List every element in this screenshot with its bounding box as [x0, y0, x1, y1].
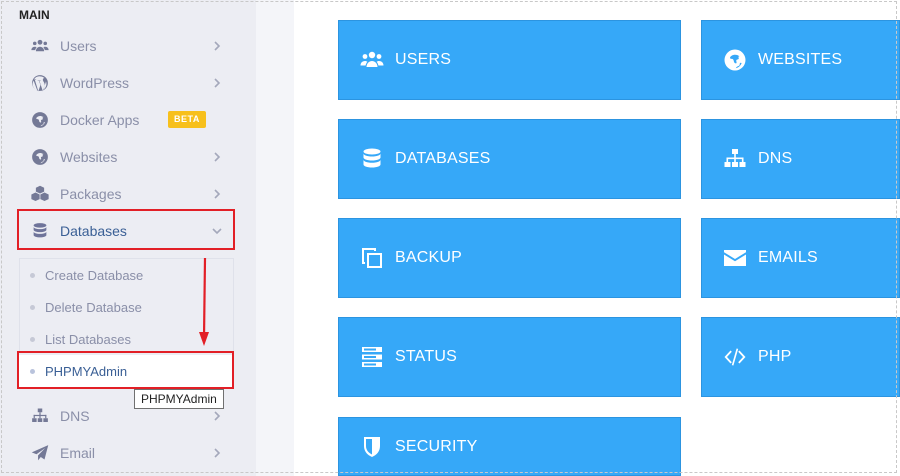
chevron-right-icon — [212, 40, 222, 51]
database-icon — [29, 220, 51, 242]
annotation-arrow — [199, 257, 209, 346]
chevron-right-icon — [212, 447, 222, 458]
sidebar-item-label: DNS — [60, 407, 90, 424]
globe-icon — [29, 109, 51, 131]
sidebar-item-label: Users — [60, 37, 97, 54]
submenu-item-label: PHPMYAdmin — [45, 363, 128, 379]
sidebar-item-websites[interactable]: Websites — [18, 138, 234, 175]
database-icon — [359, 146, 385, 172]
tile-users[interactable]: USERS — [338, 20, 681, 100]
sidebar-item-packages[interactable]: Packages — [18, 175, 234, 212]
sitemap-icon — [29, 405, 51, 427]
tile-label: SECURITY — [395, 437, 478, 455]
sidebar-item-label: Websites — [60, 148, 118, 165]
sidebar-item-label: Packages — [60, 185, 122, 202]
tile-label: BACKUP — [395, 249, 462, 266]
tile-label: DATABASES — [395, 150, 491, 167]
users-icon — [359, 47, 385, 73]
packages-icon — [29, 183, 51, 205]
chevron-right-icon — [212, 188, 222, 199]
chevron-right-icon — [212, 410, 222, 421]
beta-badge: BETA — [168, 111, 206, 128]
users-icon — [29, 35, 51, 57]
bullet-dot — [30, 272, 35, 278]
tile-databases[interactable]: DATABASES — [338, 119, 681, 199]
tile-label: DNS — [758, 150, 793, 167]
section-title-main: MAIN — [19, 8, 50, 22]
tile-label: PHP — [758, 348, 792, 365]
copy-icon — [359, 245, 385, 271]
sidebar-item-label: Email — [60, 444, 96, 461]
sidebar-item-label: Docker Apps — [60, 111, 140, 128]
chevron-right-icon — [212, 77, 222, 88]
phpmyadmin-tooltip: PHPMYAdmin — [134, 389, 224, 409]
wordpress-icon — [29, 72, 51, 94]
submenu-item-phpmyadmin[interactable]: PHPMYAdmin — [19, 355, 234, 387]
tile-label: EMAILS — [758, 249, 818, 266]
main-gutter — [256, 0, 294, 476]
bullet-dot — [30, 304, 35, 310]
paper-plane-icon — [29, 442, 51, 464]
submenu-item-label: List Databases — [45, 331, 131, 347]
submenu-item-label: Delete Database — [45, 299, 142, 315]
tile-label: USERS — [395, 51, 452, 68]
tile-backup[interactable]: BACKUP — [338, 218, 681, 298]
submenu-item-label: Create Database — [45, 267, 144, 283]
sitemap-icon — [722, 146, 748, 172]
tile-label: STATUS — [395, 348, 457, 365]
globe-icon — [722, 47, 748, 73]
chevron-down-icon — [212, 226, 222, 236]
server-icon — [359, 344, 385, 370]
tile-php[interactable]: PHP — [701, 317, 900, 397]
sidebar-item-databases[interactable]: Databases — [18, 212, 234, 249]
code-icon — [722, 344, 748, 370]
bullet-dot — [30, 336, 35, 342]
sidebar-item-wordpress[interactable]: WordPress — [18, 64, 234, 101]
tile-dns[interactable]: DNS — [701, 119, 900, 199]
sidebar-item-label: WordPress — [60, 74, 129, 91]
chevron-right-icon — [212, 151, 222, 162]
tile-security[interactable]: SECURITY — [338, 417, 681, 476]
globe-icon — [29, 146, 51, 168]
tile-emails[interactable]: EMAILS — [701, 218, 900, 298]
sidebar: MAIN Users WordPress Docker Apps BETA We… — [0, 0, 256, 476]
sidebar-item-docker-apps[interactable]: Docker Apps BETA — [18, 101, 234, 138]
sidebar-item-users[interactable]: Users — [18, 27, 234, 64]
envelope-icon — [722, 245, 748, 271]
shield-icon — [359, 434, 385, 460]
tile-websites[interactable]: WEBSITES — [701, 20, 900, 100]
sidebar-item-label: Databases — [60, 222, 127, 239]
tile-label: WEBSITES — [758, 51, 843, 68]
sidebar-item-email[interactable]: Email — [18, 434, 234, 471]
tile-status[interactable]: STATUS — [338, 317, 681, 397]
bullet-dot — [30, 368, 35, 374]
